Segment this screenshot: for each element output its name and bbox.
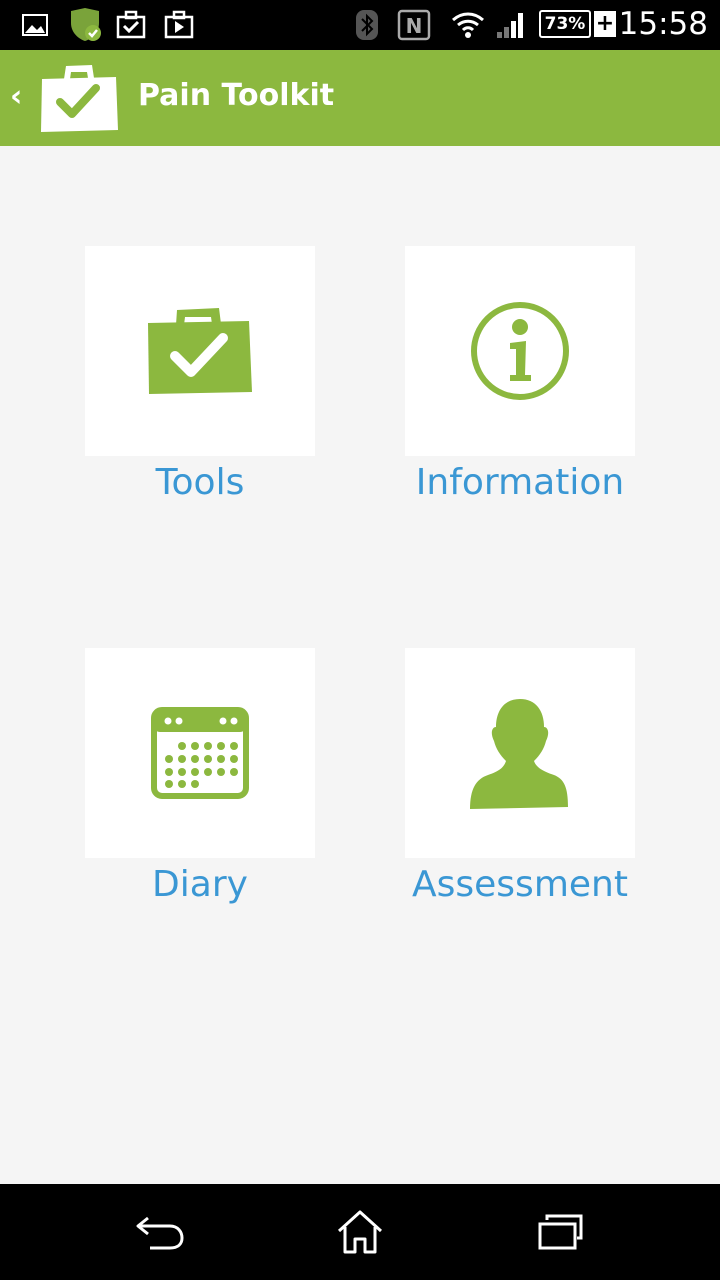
assessment-tile-box[interactable] bbox=[405, 648, 635, 858]
app-title: Pain Toolkit bbox=[138, 78, 335, 113]
battery-percent: 73% bbox=[544, 14, 586, 34]
briefcase-check-icon bbox=[114, 8, 148, 42]
information-tile-box[interactable] bbox=[405, 246, 635, 456]
tools-label[interactable]: Tools bbox=[45, 462, 355, 503]
back-chevron-icon[interactable]: ‹ bbox=[10, 82, 22, 112]
diary-tile[interactable]: Diary bbox=[85, 648, 315, 905]
app-logo-icon[interactable] bbox=[38, 62, 120, 134]
nfc-icon: N bbox=[396, 8, 432, 42]
tools-tile-box[interactable] bbox=[85, 246, 315, 456]
recent-apps-button[interactable] bbox=[530, 1206, 590, 1258]
assessment-tile[interactable]: Assessment bbox=[405, 648, 635, 905]
information-tile[interactable]: Information bbox=[405, 246, 635, 503]
information-label[interactable]: Information bbox=[365, 462, 675, 503]
briefcase-play-icon bbox=[162, 8, 196, 42]
bluetooth-icon bbox=[352, 8, 382, 42]
action-bar: ‹ Pain Toolkit bbox=[0, 50, 720, 146]
gallery-icon bbox=[20, 8, 50, 42]
tools-tile[interactable]: Tools bbox=[85, 246, 315, 503]
diary-label[interactable]: Diary bbox=[45, 864, 355, 905]
status-time: 15:58 bbox=[618, 6, 708, 42]
shield-check-icon bbox=[66, 8, 104, 42]
svg-text:N: N bbox=[406, 14, 423, 38]
recent-apps-icon bbox=[538, 1214, 583, 1250]
calendar-icon bbox=[151, 707, 249, 799]
status-bar: N 73% + 15:58 bbox=[0, 0, 720, 50]
info-icon bbox=[471, 302, 569, 400]
diary-tile-box[interactable] bbox=[85, 648, 315, 858]
toolkit-case-icon bbox=[148, 308, 252, 394]
navigation-bar bbox=[0, 1184, 720, 1280]
assessment-label[interactable]: Assessment bbox=[365, 864, 675, 905]
battery-charging-icon: + bbox=[594, 11, 616, 37]
home-button[interactable] bbox=[330, 1206, 390, 1258]
battery-indicator: 73% bbox=[539, 10, 591, 38]
wifi-icon bbox=[450, 8, 486, 42]
signal-icon bbox=[494, 8, 528, 42]
back-button[interactable] bbox=[130, 1206, 190, 1258]
home-icon bbox=[337, 1210, 383, 1254]
back-arrow-icon bbox=[136, 1216, 184, 1250]
person-icon bbox=[470, 699, 568, 809]
